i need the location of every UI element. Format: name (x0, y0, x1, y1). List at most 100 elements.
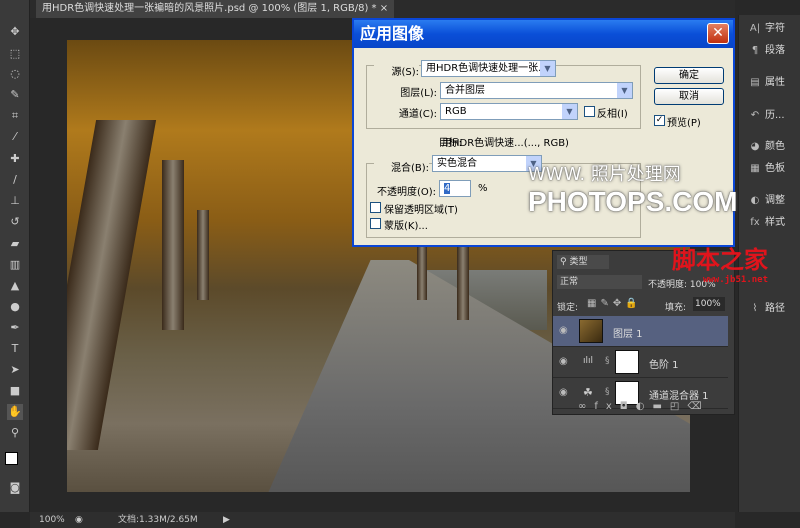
quick-select-tool-icon[interactable]: ✎ (7, 87, 23, 103)
opacity-input[interactable]: 4 (439, 180, 471, 197)
layer-mask-thumbnail (615, 350, 639, 374)
color-icon: ◕ (750, 141, 760, 152)
tab-close-icon[interactable]: × (380, 3, 388, 14)
layer-thumbnail (579, 319, 603, 343)
eye-icon[interactable]: ◉ (559, 387, 571, 399)
zoom-level[interactable]: 100% (39, 512, 65, 528)
source-value: 用HDR色调快速处理一张... (426, 63, 548, 74)
chevron-down-icon: ▼ (617, 83, 632, 98)
source-select[interactable]: 用HDR色调快速处理一张... ▼ (421, 60, 556, 77)
trash-icon[interactable]: ⌫ (687, 401, 709, 412)
opacity-value: 4 (444, 183, 451, 194)
type-tool-icon[interactable]: T (7, 341, 23, 357)
proof-icon: ◉ (75, 515, 83, 525)
character-icon: A| (749, 23, 761, 34)
blend-select[interactable]: 实色混合 ▼ (432, 155, 542, 172)
eyedropper-tool-icon[interactable]: ⁄ (7, 129, 23, 145)
paragraph-icon: ¶ (751, 45, 759, 56)
tools-panel: ✥ ⬚ ◌ ✎ ⌗ ⁄ ✚ / ⊥ ↺ ▰ ▥ ▲ ● ✒ T ➤ ■ ✋ ⚲ … (0, 0, 30, 512)
shape-tool-icon[interactable]: ■ (7, 383, 23, 399)
pen-tool-icon[interactable]: ✒ (7, 320, 23, 336)
lock-label: 锁定: (557, 303, 579, 313)
dock-label: 字符 (765, 23, 785, 34)
layer-row[interactable]: ◉ 图层 1 (553, 316, 728, 347)
gradient-tool-icon[interactable]: ▥ (7, 257, 23, 273)
eye-icon[interactable]: ◉ (559, 325, 571, 337)
dock-item-paragraph[interactable]: ¶ 段落 (739, 40, 800, 62)
cancel-button[interactable]: 取消 (654, 88, 724, 105)
channel-label: 通道(C): (398, 109, 437, 120)
move-tool-icon[interactable]: ✥ (7, 24, 23, 40)
dock-item-paths[interactable]: ⌇ 路径 (739, 298, 800, 320)
channel-mixer-icon: ☘ (583, 386, 593, 399)
crop-tool-icon[interactable]: ⌗ (7, 108, 23, 124)
dock-item-history[interactable]: ↶ 历... (739, 105, 800, 127)
blend-value: 实色混合 (437, 158, 477, 169)
adjustment-icon[interactable]: ◐ (636, 401, 653, 412)
healing-tool-icon[interactable]: ✚ (7, 151, 23, 167)
foreground-color-swatch[interactable] (5, 452, 18, 465)
swatches-icon: ▦ (750, 163, 760, 174)
stamp-tool-icon[interactable]: ⊥ (7, 193, 23, 209)
layer-name: 色阶 1 (649, 360, 679, 371)
dock-item-adjustments[interactable]: ◐ 调整 (739, 190, 800, 212)
layer-name: 通道混合器 1 (649, 391, 709, 402)
link-icon[interactable]: ∞ (578, 401, 594, 412)
hand-tool-icon[interactable]: ✋ (7, 404, 23, 420)
chain-link-icon: § (605, 387, 610, 397)
layers-footer: ∞fx◘◐▬◰⌫ (578, 401, 710, 412)
fill-input[interactable]: 100% (693, 297, 725, 311)
preview-checkbox[interactable]: ✓ (654, 115, 665, 126)
preview-label: 预览(P) (667, 118, 701, 129)
channel-select[interactable]: RGB ▼ (440, 103, 578, 120)
history-brush-tool-icon[interactable]: ↺ (7, 214, 23, 230)
dock-label: 路径 (765, 303, 785, 314)
layer-value: 合并图层 (445, 85, 485, 96)
dock-item-properties[interactable]: ▤ 属性 (739, 72, 800, 94)
filter-value: 类型 (569, 257, 588, 267)
dock-label: 颜色 (765, 141, 785, 152)
mask-icon[interactable]: ◘ (620, 401, 636, 412)
dialog-close-button[interactable]: ✕ (707, 23, 729, 44)
eye-icon[interactable]: ◉ (559, 356, 571, 368)
brush-tool-icon[interactable]: / (7, 172, 23, 188)
blur-tool-icon[interactable]: ▲ (7, 278, 23, 294)
status-menu-arrow-icon[interactable]: ▶ (223, 512, 230, 528)
dock-label: 色板 (765, 163, 785, 174)
dock-label: 调整 (765, 195, 785, 206)
marquee-tool-icon[interactable]: ⬚ (7, 46, 23, 62)
blend-mode-select[interactable]: 正常 (557, 275, 642, 289)
zoom-tool-icon[interactable]: ⚲ (7, 425, 23, 441)
eraser-tool-icon[interactable]: ▰ (7, 236, 23, 252)
layer-filter-select[interactable]: ⚲ 类型 (557, 255, 609, 269)
lasso-tool-icon[interactable]: ◌ (7, 66, 23, 82)
new-layer-icon[interactable]: ◰ (670, 401, 687, 412)
dock-item-character[interactable]: A| 字符 (739, 18, 800, 40)
folder-icon[interactable]: ▬ (652, 401, 669, 412)
ok-button[interactable]: 确定 (654, 67, 724, 84)
path-select-tool-icon[interactable]: ➤ (7, 362, 23, 378)
layer-row[interactable]: ◉ ılıl § 色阶 1 (553, 347, 728, 378)
layer-label: 图层(L): (400, 88, 437, 99)
invert-checkbox[interactable] (584, 106, 595, 117)
document-tab[interactable]: 用HDR色调快速处理一张褊暗的风景照片.psd @ 100% (图层 1, RG… (36, 0, 395, 18)
status-bar: 100% ◉ 文档:1.33M/2.65M ▶ (30, 512, 735, 528)
history-icon: ↶ (750, 110, 760, 121)
preserve-transparency-checkbox[interactable] (370, 202, 381, 213)
source-label: 源(S): (374, 63, 419, 78)
target-value: 用HDR色调快速...(..., RGB) (442, 138, 569, 149)
opacity-label: 不透明度(O): (376, 187, 436, 198)
mask-label: 蒙版(K)... (384, 221, 428, 232)
quick-mask-icon[interactable]: ◙ (7, 480, 23, 496)
adjustments-icon: ◐ (750, 195, 760, 206)
dodge-tool-icon[interactable]: ● (7, 299, 23, 315)
dock-item-styles[interactable]: fx 样式 (739, 212, 800, 234)
layer-select[interactable]: 合并图层 ▼ (440, 82, 633, 99)
chevron-down-icon: ▼ (526, 156, 541, 171)
lock-icons[interactable]: ▦✎✥🔒 (587, 298, 642, 309)
chevron-down-icon: ▼ (562, 104, 577, 119)
fx-icon[interactable]: fx (594, 401, 619, 412)
mask-checkbox[interactable] (370, 218, 381, 229)
dock-item-color[interactable]: ◕ 颜色 (739, 136, 800, 158)
dock-item-swatches[interactable]: ▦ 色板 (739, 158, 800, 180)
